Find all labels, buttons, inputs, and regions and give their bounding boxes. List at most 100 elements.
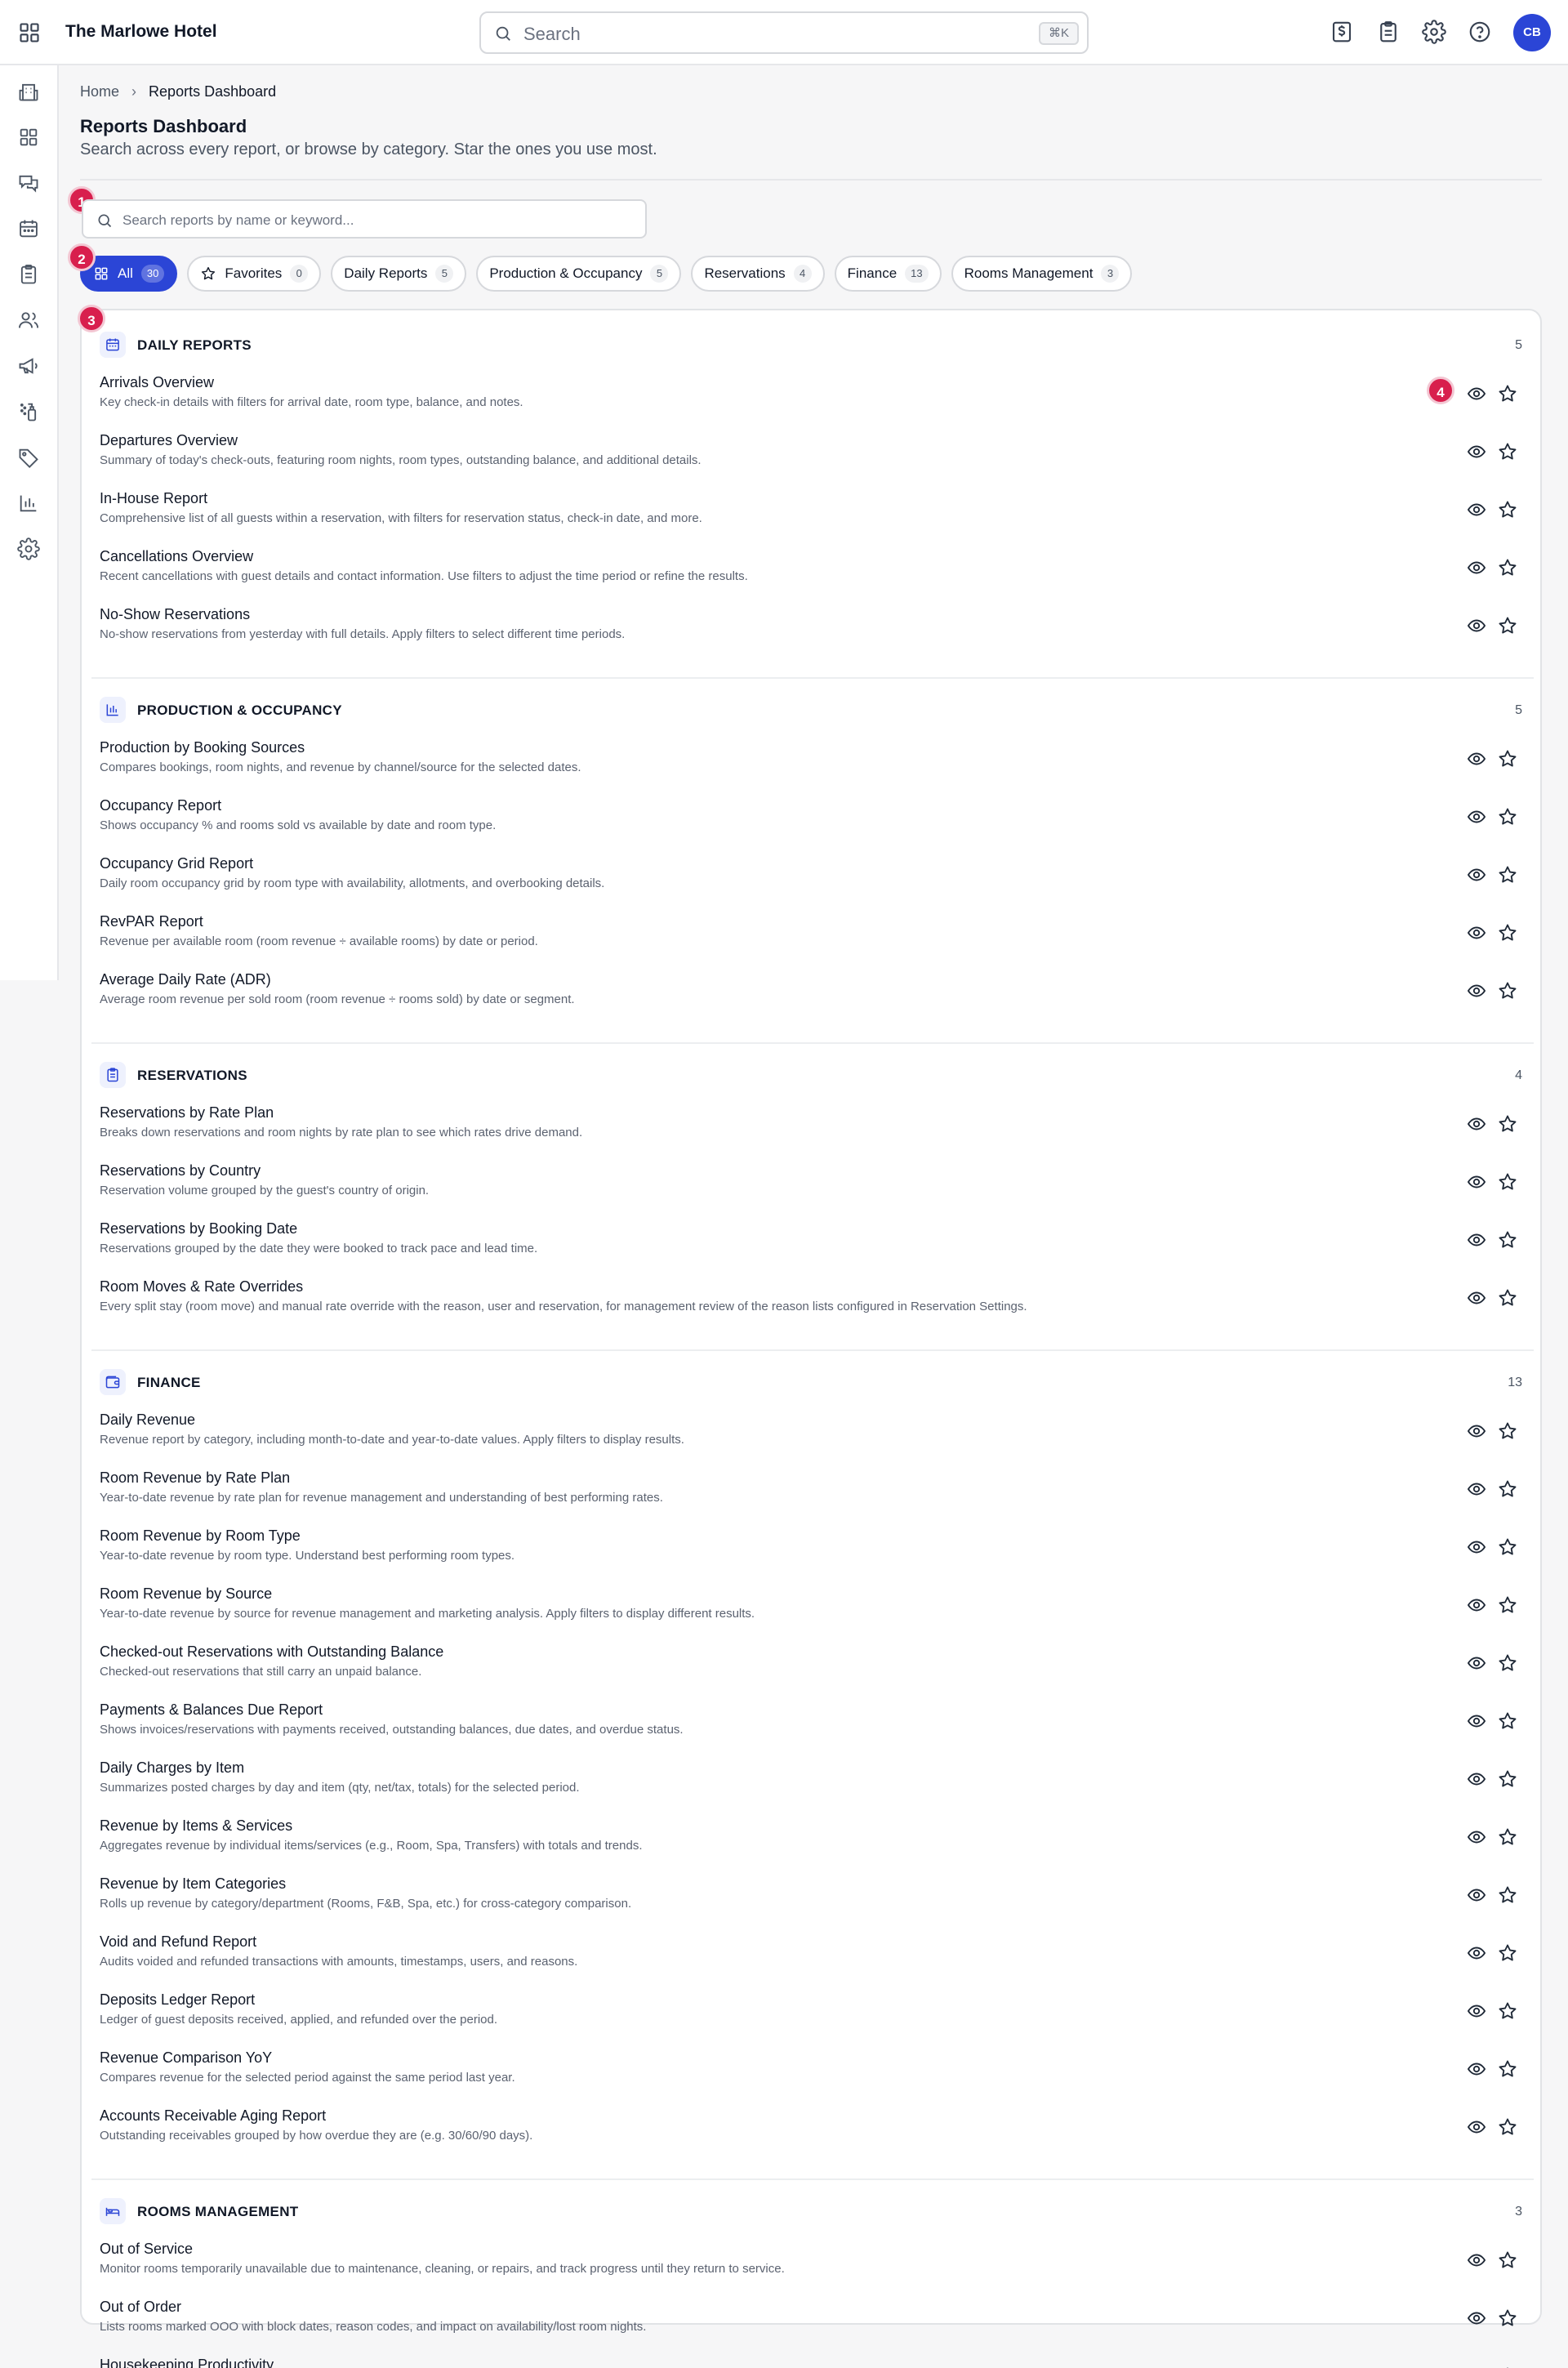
housekeeping-icon[interactable]: [17, 400, 40, 423]
eye-icon[interactable]: [1467, 1421, 1486, 1441]
filter-chip-production-occupancy[interactable]: Production & Occupancy 5: [476, 256, 682, 292]
favorite-star-icon[interactable]: [1497, 748, 1518, 769]
report-title[interactable]: Reservations by Booking Date: [100, 1220, 297, 1238]
favorite-star-icon[interactable]: [1497, 1420, 1518, 1442]
eye-icon[interactable]: [1467, 1288, 1486, 1308]
user-avatar[interactable]: CB: [1513, 14, 1551, 51]
report-title[interactable]: Room Revenue by Source: [100, 1585, 272, 1603]
report-row[interactable]: In-House Report Comprehensive list of all…: [82, 490, 1544, 547]
favorite-star-icon[interactable]: [1497, 1710, 1518, 1732]
report-row[interactable]: Reservations by Country Reservation volum…: [82, 1162, 1544, 1220]
chart-icon[interactable]: [17, 492, 40, 515]
dashboard-icon[interactable]: [17, 126, 40, 149]
report-row[interactable]: Accounts Receivable Aging Report Outstand…: [82, 2107, 1544, 2165]
report-title[interactable]: Revenue by Item Categories: [100, 1875, 286, 1893]
eye-icon[interactable]: [1467, 1711, 1486, 1731]
report-title[interactable]: Out of Service: [100, 2241, 193, 2258]
report-row[interactable]: Daily Charges by Item Summarizes posted c…: [82, 1759, 1544, 1817]
clipboard-icon[interactable]: [17, 263, 40, 286]
chat-icon[interactable]: [17, 172, 40, 194]
report-title[interactable]: Deposits Ledger Report: [100, 1991, 255, 2009]
report-row[interactable]: Room Moves & Rate Overrides Every split s…: [82, 1278, 1544, 1336]
favorite-star-icon[interactable]: [1497, 2250, 1518, 2271]
eye-icon[interactable]: [1467, 1827, 1486, 1847]
report-title[interactable]: Housekeeping Productivity: [100, 2357, 274, 2368]
report-row[interactable]: RevPAR Report Revenue per available room …: [82, 913, 1544, 970]
report-row[interactable]: Checked-out Reservations with Outstandin…: [82, 1643, 1544, 1701]
apps-grid-icon[interactable]: [18, 21, 41, 44]
eye-icon[interactable]: [1467, 1653, 1486, 1673]
eye-icon[interactable]: [1467, 807, 1486, 827]
eye-icon[interactable]: [1467, 2117, 1486, 2137]
eye-icon[interactable]: [1467, 1537, 1486, 1557]
favorite-star-icon[interactable]: [1497, 383, 1518, 404]
favorite-star-icon[interactable]: [1497, 806, 1518, 827]
report-row[interactable]: Void and Refund Report Audits voided and …: [82, 1933, 1544, 1991]
report-row[interactable]: Deposits Ledger Report Ledger of guest de…: [82, 1991, 1544, 2049]
global-search-input[interactable]: Search ⌘K: [479, 11, 1089, 54]
favorite-star-icon[interactable]: [1497, 1113, 1518, 1135]
report-row[interactable]: Departures Overview Summary of today's ch…: [82, 432, 1544, 489]
calendar-icon[interactable]: [17, 217, 40, 240]
eye-icon[interactable]: [1467, 865, 1486, 885]
report-row[interactable]: Cancellations Overview Recent cancellatio…: [82, 548, 1544, 605]
eye-icon[interactable]: [1467, 1595, 1486, 1615]
report-title[interactable]: Room Revenue by Rate Plan: [100, 1469, 290, 1487]
report-row[interactable]: Average Daily Rate (ADR) Average room rev…: [82, 971, 1544, 1028]
report-title[interactable]: Production by Booking Sources: [100, 739, 305, 756]
favorite-star-icon[interactable]: [1497, 922, 1518, 943]
favorite-star-icon[interactable]: [1497, 441, 1518, 462]
favorite-star-icon[interactable]: [1497, 1768, 1518, 1790]
favorite-star-icon[interactable]: [1497, 499, 1518, 520]
eye-icon[interactable]: [1467, 2059, 1486, 2079]
favorite-star-icon[interactable]: [1497, 2116, 1518, 2138]
users-icon[interactable]: [17, 309, 40, 332]
favorite-star-icon[interactable]: [1497, 1652, 1518, 1674]
report-row[interactable]: Daily Revenue Revenue report by category,…: [82, 1411, 1544, 1469]
favorite-star-icon[interactable]: [1497, 557, 1518, 578]
tag-icon[interactable]: [17, 446, 40, 469]
megaphone-icon[interactable]: [17, 355, 40, 377]
report-title[interactable]: No-Show Reservations: [100, 606, 250, 623]
favorite-star-icon[interactable]: [1497, 2000, 1518, 2022]
report-title[interactable]: Reservations by Rate Plan: [100, 1104, 274, 1122]
eye-icon[interactable]: [1467, 1114, 1486, 1134]
eye-icon[interactable]: [1467, 2250, 1486, 2270]
eye-icon[interactable]: [1467, 1479, 1486, 1499]
eye-icon[interactable]: [1467, 616, 1486, 635]
favorite-star-icon[interactable]: [1497, 2308, 1518, 2329]
report-title[interactable]: Cancellations Overview: [100, 548, 253, 565]
favorite-star-icon[interactable]: [1497, 980, 1518, 1001]
eye-icon[interactable]: [1467, 500, 1486, 520]
filter-chip-rooms-management[interactable]: Rooms Management 3: [951, 256, 1133, 292]
building-icon[interactable]: [17, 80, 40, 103]
report-row[interactable]: Out of Service Monitor rooms temporarily …: [82, 2241, 1544, 2298]
eye-icon[interactable]: [1467, 2001, 1486, 2021]
report-row[interactable]: Room Revenue by Room Type Year-to-date re…: [82, 1527, 1544, 1585]
report-search-input[interactable]: Search reports by name or keyword...: [82, 199, 647, 239]
favorite-star-icon[interactable]: [1497, 864, 1518, 885]
report-title[interactable]: Reservations by Country: [100, 1162, 261, 1180]
favorite-star-icon[interactable]: [1497, 2058, 1518, 2080]
favorite-star-icon[interactable]: [1497, 1826, 1518, 1848]
filter-chip-favorites[interactable]: Favorites 0: [187, 256, 322, 292]
filter-chip-reservations[interactable]: Reservations 4: [691, 256, 825, 292]
eye-icon[interactable]: [1467, 1769, 1486, 1789]
eye-icon[interactable]: [1467, 923, 1486, 943]
report-title[interactable]: Revenue by Items & Services: [100, 1817, 292, 1835]
report-row[interactable]: Arrivals Overview Key check-in details wi…: [82, 374, 1544, 431]
eye-icon[interactable]: [1467, 1172, 1486, 1192]
report-title[interactable]: In-House Report: [100, 490, 207, 507]
favorite-star-icon[interactable]: [1497, 1884, 1518, 1906]
eye-icon[interactable]: [1467, 1885, 1486, 1905]
favorite-star-icon[interactable]: [1497, 1171, 1518, 1193]
filter-chip-finance[interactable]: Finance 13: [834, 256, 942, 292]
report-title[interactable]: Payments & Balances Due Report: [100, 1701, 323, 1719]
report-title[interactable]: Departures Overview: [100, 432, 238, 449]
report-title[interactable]: Room Revenue by Room Type: [100, 1527, 301, 1545]
report-row[interactable]: Revenue Comparison YoY Compares revenue f…: [82, 2049, 1544, 2107]
report-title[interactable]: Occupancy Grid Report: [100, 855, 253, 872]
report-row[interactable]: Revenue by Item Categories Rolls up reven…: [82, 1875, 1544, 1933]
report-title[interactable]: Arrivals Overview: [100, 374, 214, 391]
report-title[interactable]: Daily Revenue: [100, 1411, 195, 1429]
